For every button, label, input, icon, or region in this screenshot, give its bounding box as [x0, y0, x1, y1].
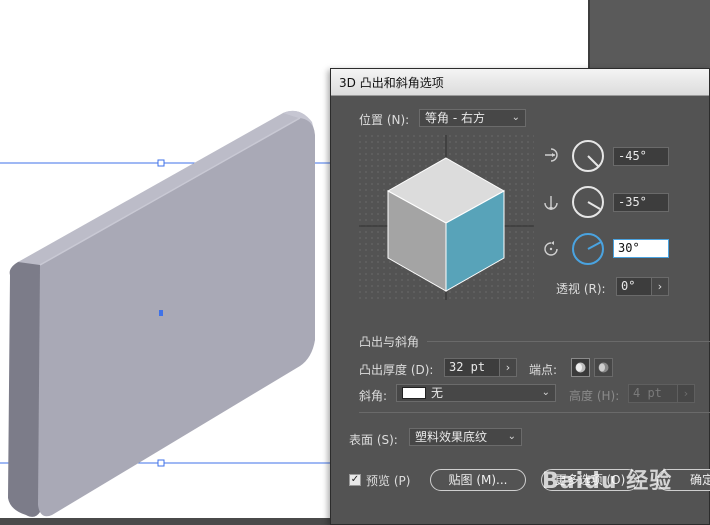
extrude-bevel-heading: 凸出与斜角	[359, 335, 420, 349]
bevel-dropdown[interactable]: 无 ⌄	[396, 384, 556, 402]
position-value: 等角 - 右方	[425, 111, 485, 125]
cap-label: 端点:	[529, 363, 558, 377]
surface-label: 表面 (S):	[349, 433, 398, 447]
perspective-field[interactable]: 0°	[616, 277, 652, 296]
rotate-z-icon	[544, 241, 558, 256]
surface-value: 塑料效果底纹	[415, 430, 488, 444]
rotation-cube-track[interactable]	[359, 135, 534, 300]
rotate-y-dial[interactable]	[571, 185, 605, 219]
chevron-down-icon: ⌄	[541, 387, 550, 398]
extrude-depth-label: 凸出厚度 (D):	[359, 363, 434, 377]
rotate-z-dial[interactable]	[571, 232, 605, 266]
baidu-watermark: Baidu 经验	[542, 469, 673, 494]
position-label: 位置 (N):	[359, 113, 410, 127]
chevron-down-icon: ⌄	[507, 431, 516, 442]
selection-center-point[interactable]	[159, 310, 163, 316]
section-divider	[427, 341, 710, 342]
height-field[interactable]: 4 pt	[628, 384, 678, 403]
dialog-title: 3D 凸出和斜角选项	[339, 76, 444, 90]
cap-on-icon	[575, 362, 586, 373]
perspective-label: 透视 (R):	[556, 282, 606, 296]
perspective-stepper[interactable]: ›	[651, 277, 669, 296]
extrude-depth-field[interactable]: 32 pt	[444, 358, 500, 377]
rotate-x-dial[interactable]	[571, 139, 605, 173]
bevel-value: 无	[431, 386, 444, 400]
surface-dropdown[interactable]: 塑料效果底纹 ⌄	[409, 428, 522, 446]
height-stepper[interactable]: ›	[677, 384, 695, 403]
preview-label: 预览 (P)	[366, 474, 411, 488]
height-label: 高度 (H):	[569, 389, 620, 403]
cap-on-button[interactable]	[571, 358, 590, 377]
bottom-status-strip	[0, 518, 360, 525]
rotate-y-field[interactable]: -35°	[613, 193, 669, 212]
chevron-down-icon: ⌄	[511, 112, 520, 123]
rotate-y-icon	[544, 196, 558, 210]
chevron-right-icon: ›	[657, 280, 663, 293]
chevron-right-icon: ›	[505, 361, 511, 374]
selection-handle-bottom[interactable]	[157, 459, 165, 467]
rotate-x-icon	[545, 148, 558, 162]
map-art-button[interactable]: 贴图 (M)...	[430, 469, 526, 491]
cap-off-icon	[598, 362, 609, 373]
rotate-x-field[interactable]: -45°	[613, 147, 669, 166]
selection-handle-top[interactable]	[157, 159, 165, 167]
preview-checkbox[interactable]: ✓	[349, 474, 361, 486]
section-divider	[359, 412, 710, 413]
cap-off-button[interactable]	[594, 358, 613, 377]
position-dropdown[interactable]: 等角 - 右方 ⌄	[419, 109, 526, 127]
checkbox-icon: ✓	[350, 474, 360, 485]
chevron-right-icon: ›	[683, 387, 689, 400]
dialog-titlebar[interactable]: 3D 凸出和斜角选项	[331, 69, 709, 96]
bevel-swatch	[402, 387, 426, 399]
extrude-depth-stepper[interactable]: ›	[499, 358, 517, 377]
extrude-bevel-options-dialog: 3D 凸出和斜角选项 位置 (N): 等角 - 右方 ⌄ -45° -35° 3…	[330, 68, 710, 525]
rotate-z-field[interactable]: 30°	[613, 239, 669, 258]
bevel-label: 斜角:	[359, 389, 388, 403]
